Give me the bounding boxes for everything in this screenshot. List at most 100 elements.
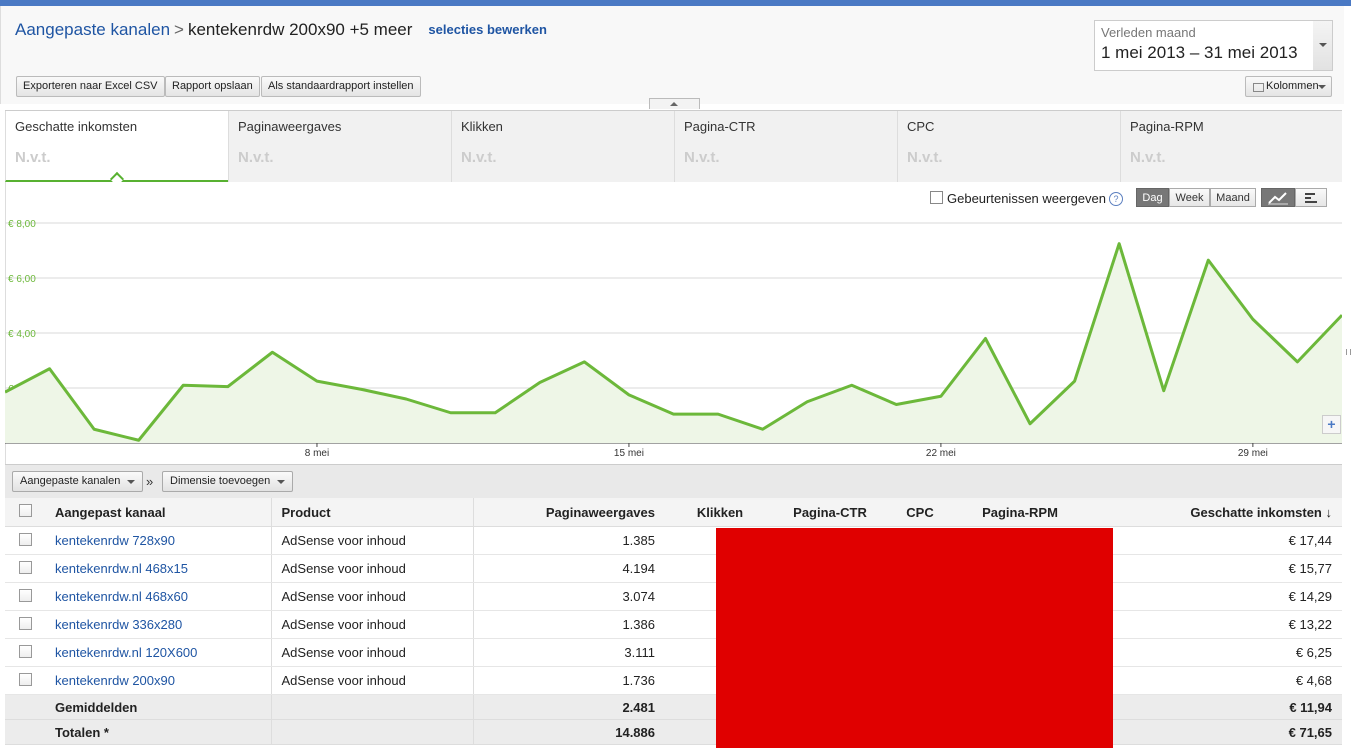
metric-value: N.v.t. xyxy=(1130,149,1166,166)
averages-row: Gemiddelden 2.481 € 11,94 xyxy=(5,694,1342,720)
date-range-dropdown[interactable] xyxy=(1313,20,1333,71)
header-cpc[interactable]: CPC xyxy=(885,498,955,527)
channel-link[interactable]: kentekenrdw.nl 468x15 xyxy=(55,561,188,576)
export-csv-button[interactable]: Exporteren naar Excel CSV xyxy=(16,76,165,97)
events-checkbox[interactable] xyxy=(930,191,943,204)
header-ctr[interactable]: Pagina-CTR xyxy=(775,498,885,527)
channel-link[interactable]: kentekenrdw 200x90 xyxy=(55,673,175,688)
earnings-cell: € 4,68 xyxy=(1085,666,1342,695)
metric-title: Paginaweergaves xyxy=(238,119,342,134)
metric-value: N.v.t. xyxy=(238,149,274,166)
breadcrumb: Aangepaste kanalen > kentekenrdw 200x90 +5… xyxy=(15,20,547,40)
header-product[interactable]: Product xyxy=(270,498,473,527)
product-cell: AdSense voor inhoud xyxy=(270,610,473,639)
averages-pageviews: 2.481 xyxy=(472,694,665,720)
row-select-cell xyxy=(5,526,45,555)
metric-title: Klikken xyxy=(461,119,503,134)
row-select-cell xyxy=(5,554,45,583)
granularity-day-button[interactable]: Dag xyxy=(1136,188,1169,207)
header-earnings[interactable]: Geschatte inkomsten ↓ xyxy=(1085,498,1342,527)
horizontal-bars-icon xyxy=(1305,193,1317,203)
tab-geschatte-inkomsten[interactable]: Geschatte inkomsten N.v.t. xyxy=(5,111,228,187)
chevron-down-icon xyxy=(277,480,286,484)
header-rpm[interactable]: Pagina-RPM xyxy=(955,498,1085,527)
breadcrumb-root-link[interactable]: Aangepaste kanalen xyxy=(15,20,170,39)
x-tick-label: 15 mei xyxy=(614,448,644,459)
channel-link[interactable]: kentekenrdw.nl 468x60 xyxy=(55,589,188,604)
row-select-cell xyxy=(5,610,45,639)
tab-pagina-ctr[interactable]: Pagina-CTR N.v.t. xyxy=(674,111,897,182)
metric-value: N.v.t. xyxy=(907,149,943,166)
pageviews-cell: 1.736 xyxy=(472,666,665,695)
chevron-down-icon xyxy=(127,480,136,484)
events-label: Gebeurtenissen weergeven xyxy=(947,191,1106,206)
line-chart-icon xyxy=(1268,192,1288,205)
save-report-button[interactable]: Rapport opslaan xyxy=(165,76,260,97)
totals-earnings: € 71,65 xyxy=(1085,719,1342,745)
header-earnings-label: Geschatte inkomsten xyxy=(1190,504,1322,520)
product-cell: AdSense voor inhoud xyxy=(270,526,473,555)
table-row: kentekenrdw 728x90 AdSense voor inhoud 1… xyxy=(5,526,1342,555)
row-checkbox[interactable] xyxy=(18,532,32,546)
breadcrumb-current: kentekenrdw 200x90 +5 meer xyxy=(187,20,413,39)
metric-title: Pagina-CTR xyxy=(684,119,756,134)
row-select-cell xyxy=(5,638,45,667)
add-dimension-label: Dimensie toevoegen xyxy=(170,475,271,487)
scrollbar-grip[interactable] xyxy=(1346,349,1351,355)
line-chart-view-button[interactable] xyxy=(1261,188,1295,207)
columns-button[interactable]: Kolommen xyxy=(1245,76,1332,97)
header-clicks[interactable]: Klikken xyxy=(665,498,775,527)
metric-value: N.v.t. xyxy=(15,149,51,166)
redacted-block xyxy=(716,528,1113,748)
channel-link[interactable]: kentekenrdw 336x280 xyxy=(55,617,182,632)
earnings-chart: € 8,00€ 6,00€ 4,00€ 2,00 8 mei15 mei22 m… xyxy=(5,219,1342,459)
dimension-separator: » xyxy=(146,474,154,489)
header-pageviews[interactable]: Paginaweergaves xyxy=(472,498,665,527)
row-checkbox[interactable] xyxy=(18,560,32,574)
totals-row: Totalen * 14.886 € 71,65 xyxy=(5,719,1342,745)
totals-label: Totalen * xyxy=(45,719,271,745)
set-default-report-button[interactable]: Als standaardrapport instellen xyxy=(261,76,421,97)
chevron-down-icon xyxy=(1319,43,1327,47)
select-all-checkbox[interactable] xyxy=(18,504,32,517)
earnings-cell: € 13,22 xyxy=(1085,610,1342,639)
granularity-week-button[interactable]: Week xyxy=(1169,188,1210,207)
y-tick-label: € 6,00 xyxy=(8,274,36,285)
row-checkbox[interactable] xyxy=(18,616,32,630)
breadcrumb-separator: > xyxy=(174,20,184,39)
tab-klikken[interactable]: Klikken N.v.t. xyxy=(451,111,674,182)
collapse-header-toggle[interactable] xyxy=(649,98,700,109)
table-row: kentekenrdw.nl 468x15 AdSense voor inhou… xyxy=(5,554,1342,583)
metric-title: Pagina-RPM xyxy=(1130,119,1204,134)
help-icon[interactable]: ? xyxy=(1109,192,1123,206)
table-row: kentekenrdw 200x90 AdSense voor inhoud 1… xyxy=(5,666,1342,695)
table-row: kentekenrdw.nl 120X600 AdSense voor inho… xyxy=(5,638,1342,667)
tab-cpc[interactable]: CPC N.v.t. xyxy=(897,111,1120,182)
pageviews-cell: 1.385 xyxy=(472,526,665,555)
earnings-cell: € 15,77 xyxy=(1085,554,1342,583)
row-checkbox[interactable] xyxy=(18,672,32,686)
edit-selections-link[interactable]: selecties bewerken xyxy=(428,22,547,37)
row-checkbox[interactable] xyxy=(18,644,32,658)
channel-link[interactable]: kentekenrdw 728x90 xyxy=(55,533,175,548)
channel-link[interactable]: kentekenrdw.nl 120X600 xyxy=(55,645,197,660)
table-row: kentekenrdw.nl 468x60 AdSense voor inhou… xyxy=(5,582,1342,611)
date-range-picker[interactable]: Verleden maand 1 mei 2013 – 31 mei 2013 xyxy=(1094,20,1333,71)
zoom-plus-button[interactable]: + xyxy=(1322,415,1341,434)
add-dimension-button[interactable]: Dimensie toevoegen xyxy=(162,471,294,492)
x-tick-label: 29 mei xyxy=(1238,448,1268,459)
tab-paginaweergaves[interactable]: Paginaweergaves N.v.t. xyxy=(228,111,451,182)
dimension-bar: Aangepaste kanalen » Dimensie toevoegen xyxy=(5,464,1342,498)
show-events-toggle[interactable]: Gebeurtenissen weergeven? xyxy=(930,191,1123,206)
pageviews-cell: 3.111 xyxy=(472,638,665,667)
granularity-month-button[interactable]: Maand xyxy=(1210,188,1256,207)
channels-dimension-button[interactable]: Aangepaste kanalen xyxy=(12,471,144,492)
tab-pagina-rpm[interactable]: Pagina-RPM N.v.t. xyxy=(1120,111,1342,182)
product-cell: AdSense voor inhoud xyxy=(270,582,473,611)
row-checkbox[interactable] xyxy=(18,588,32,602)
averages-label: Gemiddelden xyxy=(45,694,271,720)
date-range-value: 1 mei 2013 – 31 mei 2013 xyxy=(1101,43,1298,62)
table-row: kentekenrdw 336x280 AdSense voor inhoud … xyxy=(5,610,1342,639)
bar-chart-view-button[interactable] xyxy=(1295,188,1327,207)
header-channel[interactable]: Aangepast kanaal xyxy=(45,498,271,527)
